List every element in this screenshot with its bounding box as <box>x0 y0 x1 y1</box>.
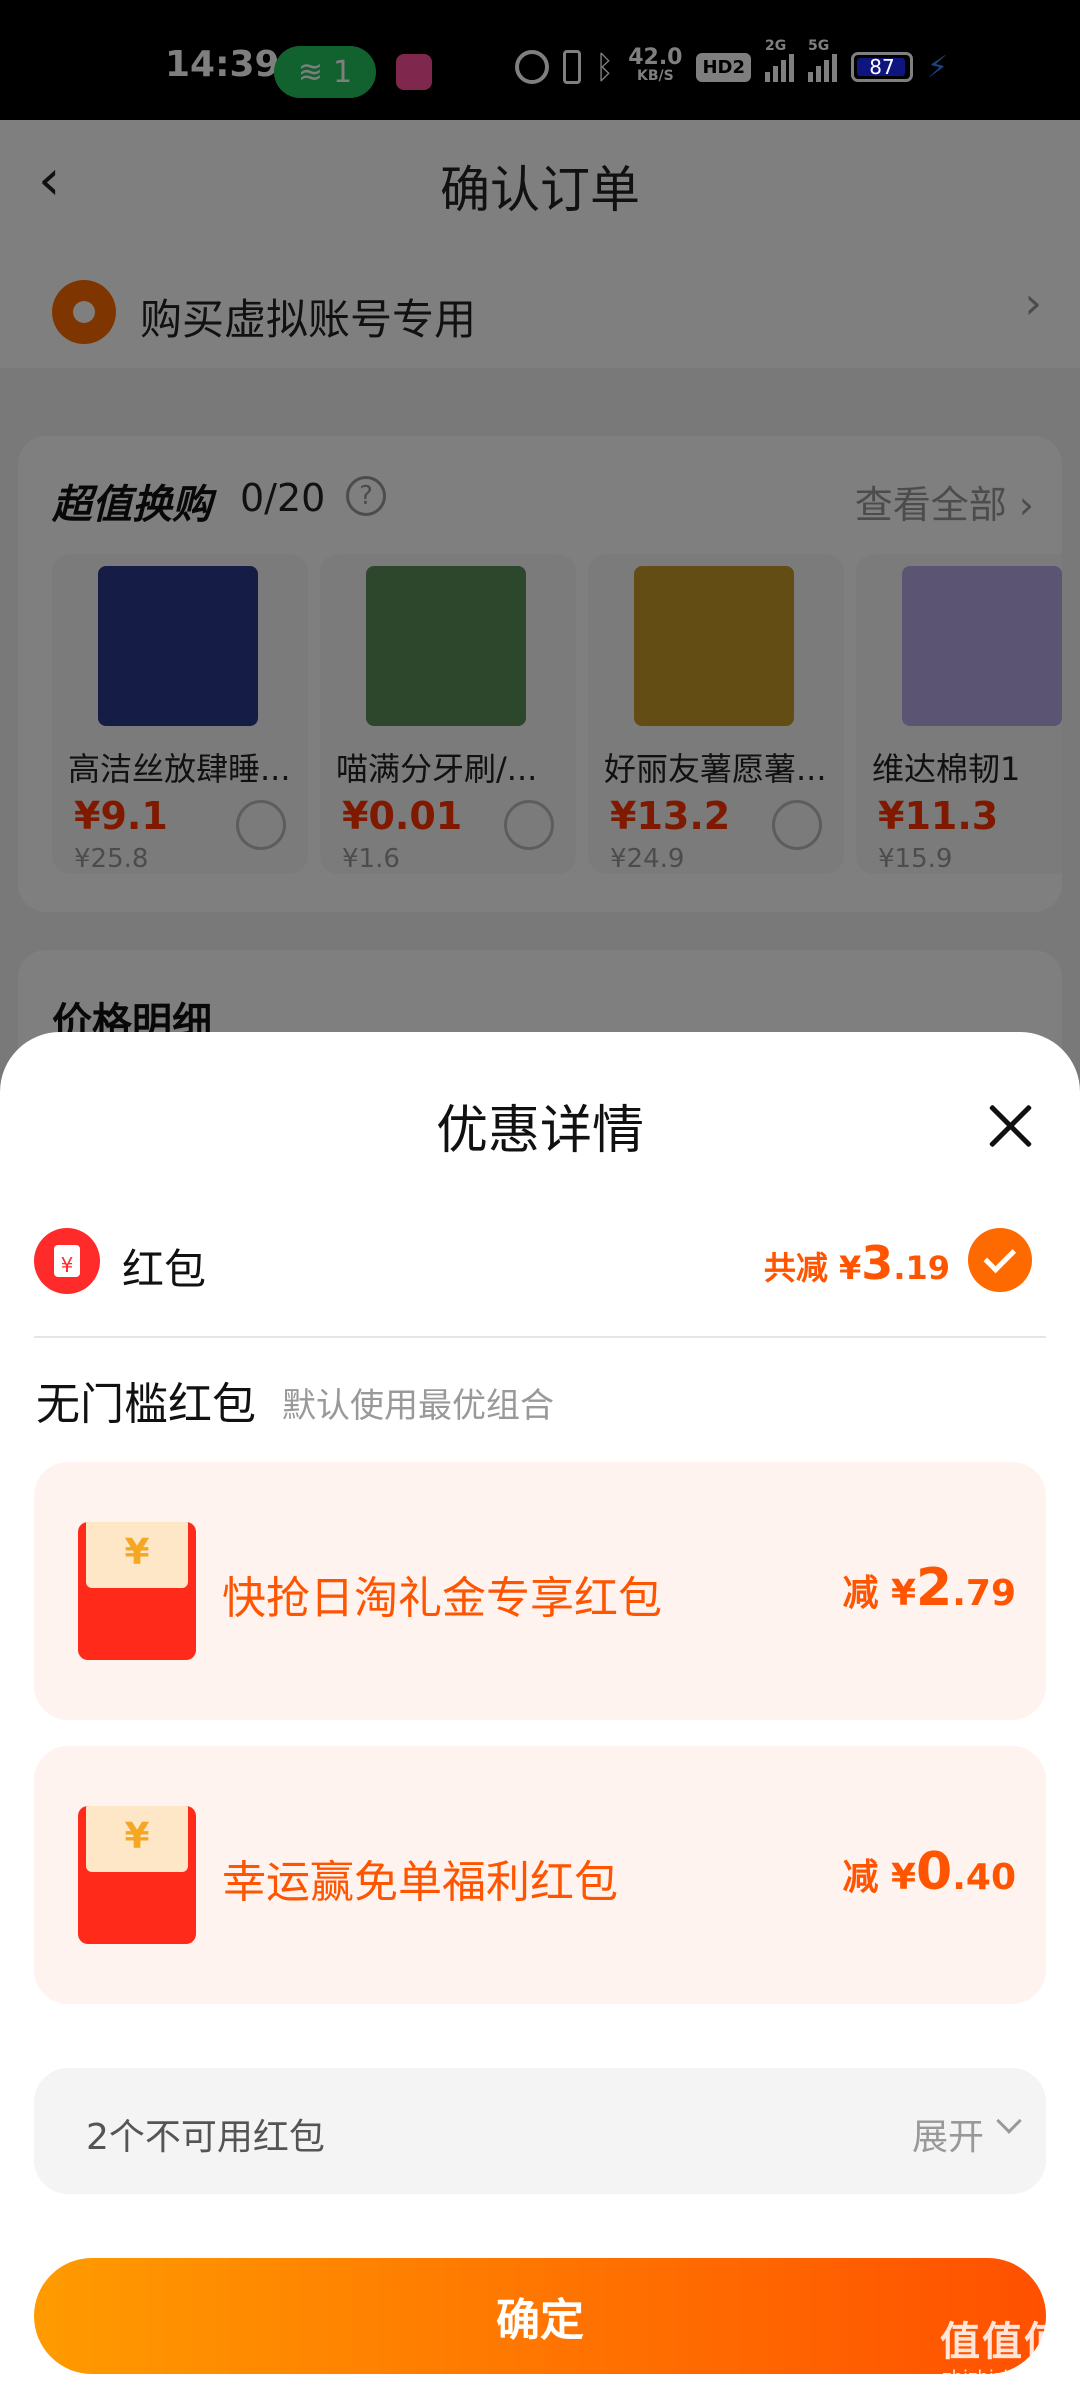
coupon-card[interactable]: 幸运赢免单福利红包 减 ¥0.40 <box>34 1746 1046 2004</box>
red-envelope-icon <box>78 1806 196 1944</box>
coupon-amount-integer: 2 <box>916 1558 953 1618</box>
coupon-amount-decimal: .40 <box>952 1857 1016 1898</box>
hongbao-summary-row[interactable]: 红包 共减 ¥3.19 <box>34 1228 1046 1328</box>
total-decimal: .19 <box>893 1249 950 1287</box>
discount-details-sheet: 优惠详情 红包 共减 ¥3.19 无门槛红包 默认使用最优组合 快抢日淘礼金专享… <box>0 1032 1080 2400</box>
expand-label: 展开 <box>911 2117 984 2158</box>
section-subtitle: 默认使用最优组合 <box>282 1386 554 1426</box>
watermark-logo: 值值值 <box>940 2319 1066 2365</box>
divider <box>34 1336 1046 1338</box>
confirm-button[interactable]: 确定 <box>34 2258 1046 2374</box>
coupon-name: 快抢日淘礼金专享红包 <box>222 1573 662 1624</box>
unavailable-coupons-text: 2个不可用红包 <box>86 2117 325 2158</box>
sheet-title: 优惠详情 <box>435 1101 644 1161</box>
coupon-name: 幸运赢免单福利红包 <box>222 1857 618 1908</box>
battery-level: 87 <box>869 55 895 79</box>
checkmark-icon[interactable] <box>968 1228 1032 1292</box>
coupon-card[interactable]: 快抢日淘礼金专享红包 减 ¥2.79 <box>34 1462 1046 1720</box>
hongbao-total: 共减 ¥3.19 <box>764 1236 950 1290</box>
close-icon[interactable] <box>988 1104 1032 1148</box>
unavailable-coupons-row[interactable]: 2个不可用红包 展开 <box>34 2068 1046 2194</box>
watermark: 值值值 zhizhizhi.com <box>940 2309 1066 2388</box>
coupon-amount: 减 ¥2.79 <box>842 1558 1016 1618</box>
total-integer: 3 <box>861 1236 894 1290</box>
watermark-url: zhizhizhi.com <box>942 2367 1064 2388</box>
chevron-down-icon <box>996 2108 1022 2134</box>
red-envelope-icon <box>34 1228 100 1294</box>
coupon-amount: 减 ¥0.40 <box>842 1842 1016 1902</box>
section-title: 无门槛红包 <box>36 1379 256 1430</box>
total-prefix: 共减 ¥ <box>763 1249 862 1287</box>
red-envelope-icon <box>78 1522 196 1660</box>
coupon-amount-prefix: 减 ¥ <box>842 1857 917 1898</box>
coupon-amount-decimal: .79 <box>952 1573 1016 1614</box>
coupon-amount-integer: 0 <box>916 1842 953 1902</box>
hongbao-label: 红包 <box>122 1245 207 1294</box>
coupon-amount-prefix: 减 ¥ <box>842 1573 917 1614</box>
